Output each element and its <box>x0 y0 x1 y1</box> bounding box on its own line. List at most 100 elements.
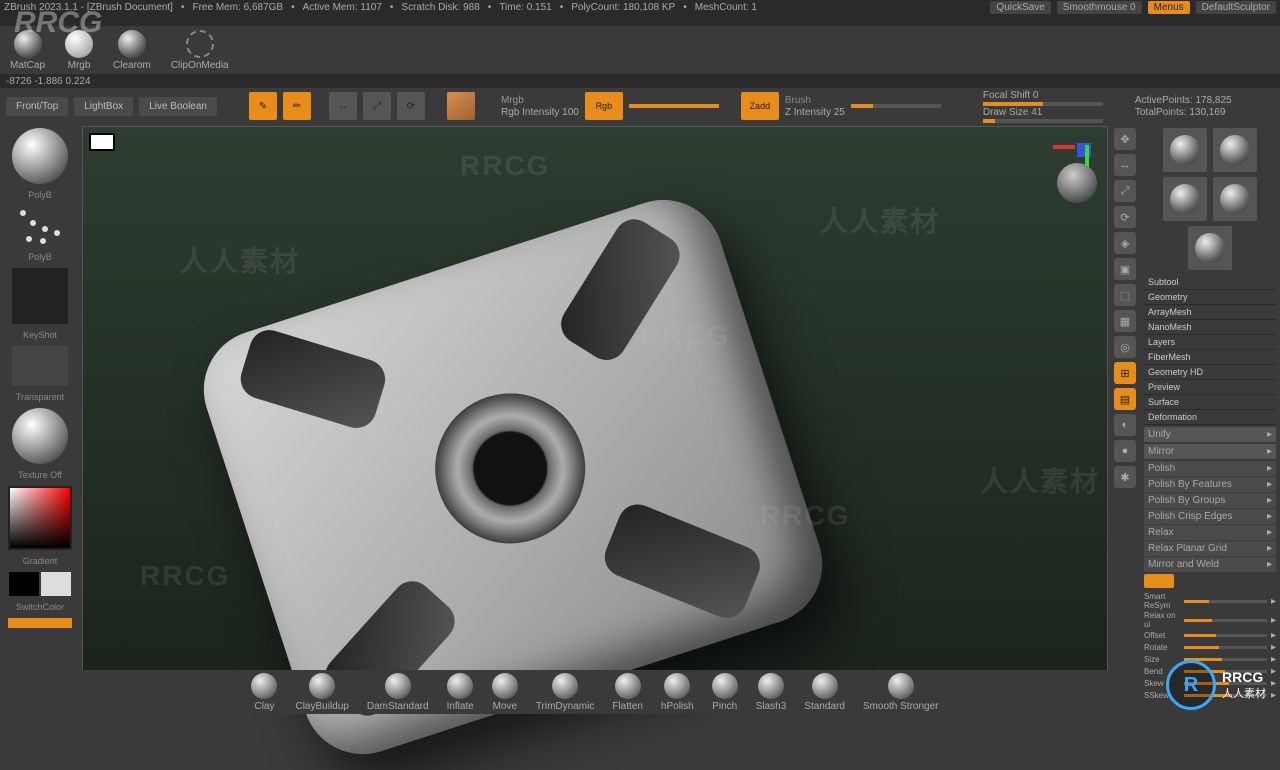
deform-relax[interactable]: Relax▸ <box>1144 525 1276 540</box>
deform-polish-by-features[interactable]: Polish By Features▸ <box>1144 477 1276 492</box>
deform-mirror-and-weld[interactable]: Mirror and Weld▸ <box>1144 557 1276 572</box>
local-icon[interactable]: ◎ <box>1114 336 1136 358</box>
mrgb-label[interactable]: Mrgb <box>501 95 579 106</box>
sculptor[interactable]: DefaultSculptor <box>1196 1 1276 14</box>
material-swatch[interactable] <box>447 92 475 120</box>
stroke-preview[interactable] <box>12 206 68 246</box>
stat-time: Time: 0.151 <box>499 2 551 13</box>
slider-relax-on-ui[interactable]: Relax on ui▸ <box>1144 611 1276 629</box>
move-icon[interactable]: ↔ <box>1114 154 1136 176</box>
nav-preview[interactable] <box>1057 163 1097 203</box>
alpha-preview[interactable] <box>12 268 68 324</box>
clearom-button[interactable]: Clearom <box>113 30 151 71</box>
brush-standard[interactable]: Standard <box>804 673 845 712</box>
zadd-toggle[interactable]: Zadd <box>741 92 779 120</box>
ghost-icon[interactable]: ◐ <box>1114 414 1136 436</box>
draw-icon[interactable]: ✥ <box>1114 128 1136 150</box>
deform-relax-planar-grid[interactable]: Relax Planar Grid▸ <box>1144 541 1276 556</box>
panel-arraymesh[interactable]: ArrayMesh <box>1144 305 1276 320</box>
menus-button[interactable]: Menus <box>1148 1 1190 14</box>
brush-damstandard[interactable]: DamStandard <box>367 673 429 712</box>
stat-activemem: Active Mem: 1107 <box>303 2 382 13</box>
deform-toggle[interactable] <box>1144 574 1174 588</box>
tab-lightbox[interactable]: LightBox <box>74 97 133 116</box>
solo-icon[interactable]: ● <box>1114 440 1136 462</box>
slider-rotate[interactable]: Rotate▸ <box>1144 642 1276 653</box>
stat-freemem: Free Mem: 6,687GB <box>192 2 283 13</box>
polyframe-icon[interactable]: ▤ <box>1114 388 1136 410</box>
footer-logo: R RRCG人人素材 <box>1166 660 1266 710</box>
slider-offset[interactable]: Offset▸ <box>1144 630 1276 641</box>
main-menu[interactable] <box>0 14 1280 26</box>
brush-clay[interactable]: Clay <box>251 673 277 712</box>
panel-subtool[interactable]: Subtool <box>1144 275 1276 290</box>
brush-flatten[interactable]: Flatten <box>612 673 643 712</box>
floor-icon[interactable]: ▦ <box>1114 310 1136 332</box>
panel-nanomesh[interactable]: NanoMesh <box>1144 320 1276 335</box>
totalpoints: TotalPoints: 130,169 <box>1135 107 1232 118</box>
zint-label[interactable]: Z Intensity 25 <box>785 107 845 118</box>
panel-geometry-hd[interactable]: Geometry HD <box>1144 365 1276 380</box>
material-preview[interactable] <box>12 408 68 464</box>
stat-poly: PolyCount: 180,108 KP <box>571 2 675 13</box>
focal-label[interactable]: Focal Shift 0 <box>983 90 1103 101</box>
deform-unify[interactable]: Unify▸ <box>1144 427 1276 442</box>
brush-inflate[interactable]: Inflate <box>447 673 474 712</box>
brush-smooth-stronger[interactable]: Smooth Stronger <box>863 673 939 712</box>
panel-preview[interactable]: Preview <box>1144 380 1276 395</box>
viewport[interactable] <box>82 126 1108 698</box>
panel-fibermesh[interactable]: FiberMesh <box>1144 350 1276 365</box>
tool-thumb-5[interactable] <box>1188 226 1232 270</box>
deform-polish-crisp-edges[interactable]: Polish Crisp Edges▸ <box>1144 509 1276 524</box>
panel-geometry[interactable]: Geometry <box>1144 290 1276 305</box>
scale-icon[interactable]: ⤢ <box>1114 180 1136 202</box>
rotate-icon[interactable]: ⟳ <box>1114 206 1136 228</box>
clip-button[interactable]: ClipOnMedia <box>171 30 229 71</box>
swatch-black[interactable] <box>9 572 39 596</box>
deform-mirror[interactable]: Mirror▸ <box>1144 444 1276 459</box>
rgbint-label[interactable]: Rgb Intensity 100 <box>501 107 579 118</box>
panel-surface[interactable]: Surface <box>1144 395 1276 410</box>
color-picker[interactable] <box>8 486 72 550</box>
tab-front[interactable]: Front/Top <box>6 97 68 116</box>
tab-liveboolean[interactable]: Live Boolean <box>139 97 217 116</box>
move-button[interactable]: ↔ <box>329 92 357 120</box>
brush-hpolish[interactable]: hPolish <box>661 673 694 712</box>
watermark-logo: RRCG <box>14 6 102 40</box>
brush-name: PolyB <box>28 190 52 200</box>
xpose-icon[interactable]: ✱ <box>1114 466 1136 488</box>
brush-preview[interactable] <box>12 128 68 184</box>
brush-label: Brush <box>785 95 845 106</box>
scale-button[interactable]: ⤢ <box>363 92 391 120</box>
quicksave-button[interactable]: QuickSave <box>990 1 1050 14</box>
smoothmouse[interactable]: Smoothmouse 0 <box>1057 1 1142 14</box>
brush-pinch[interactable]: Pinch <box>712 673 738 712</box>
panel-layers[interactable]: Layers <box>1144 335 1276 350</box>
rotate-button[interactable]: ⟳ <box>397 92 425 120</box>
brush-trimdynamic[interactable]: TrimDynamic <box>536 673 595 712</box>
tool-thumb-4[interactable] <box>1213 177 1257 221</box>
tool-thumb-3[interactable] <box>1163 177 1207 221</box>
perspective-icon[interactable]: ⬚ <box>1114 284 1136 306</box>
tool-thumb-2[interactable] <box>1213 128 1257 172</box>
stat-scratch: Scratch Disk: 988 <box>401 2 479 13</box>
brush-move[interactable]: Move <box>492 673 518 712</box>
gizmo-icon[interactable]: ◈ <box>1114 232 1136 254</box>
drawsize-label[interactable]: Draw Size 41 <box>983 107 1103 118</box>
brush-claybuildup[interactable]: ClayBuildup <box>295 673 348 712</box>
panel-deformation[interactable]: Deformation <box>1144 410 1276 425</box>
alternate-button[interactable] <box>8 618 72 628</box>
brush-slash3[interactable]: Slash3 <box>756 673 787 712</box>
deform-polish-by-groups[interactable]: Polish By Groups▸ <box>1144 493 1276 508</box>
deform-polish[interactable]: Polish▸ <box>1144 461 1276 476</box>
slider-smart-resym[interactable]: Smart ReSym▸ <box>1144 592 1276 610</box>
texture-slot[interactable] <box>12 346 68 386</box>
sym-icon[interactable]: ⊞ <box>1114 362 1136 384</box>
tool-thumb-1[interactable] <box>1163 128 1207 172</box>
rgb-toggle[interactable]: Rgb <box>585 92 623 120</box>
doc-corner <box>89 133 115 151</box>
swatch-white[interactable] <box>41 572 71 596</box>
draw-button[interactable]: ✏ <box>283 92 311 120</box>
frame-icon[interactable]: ▣ <box>1114 258 1136 280</box>
edit-button[interactable]: ✎ <box>249 92 277 120</box>
